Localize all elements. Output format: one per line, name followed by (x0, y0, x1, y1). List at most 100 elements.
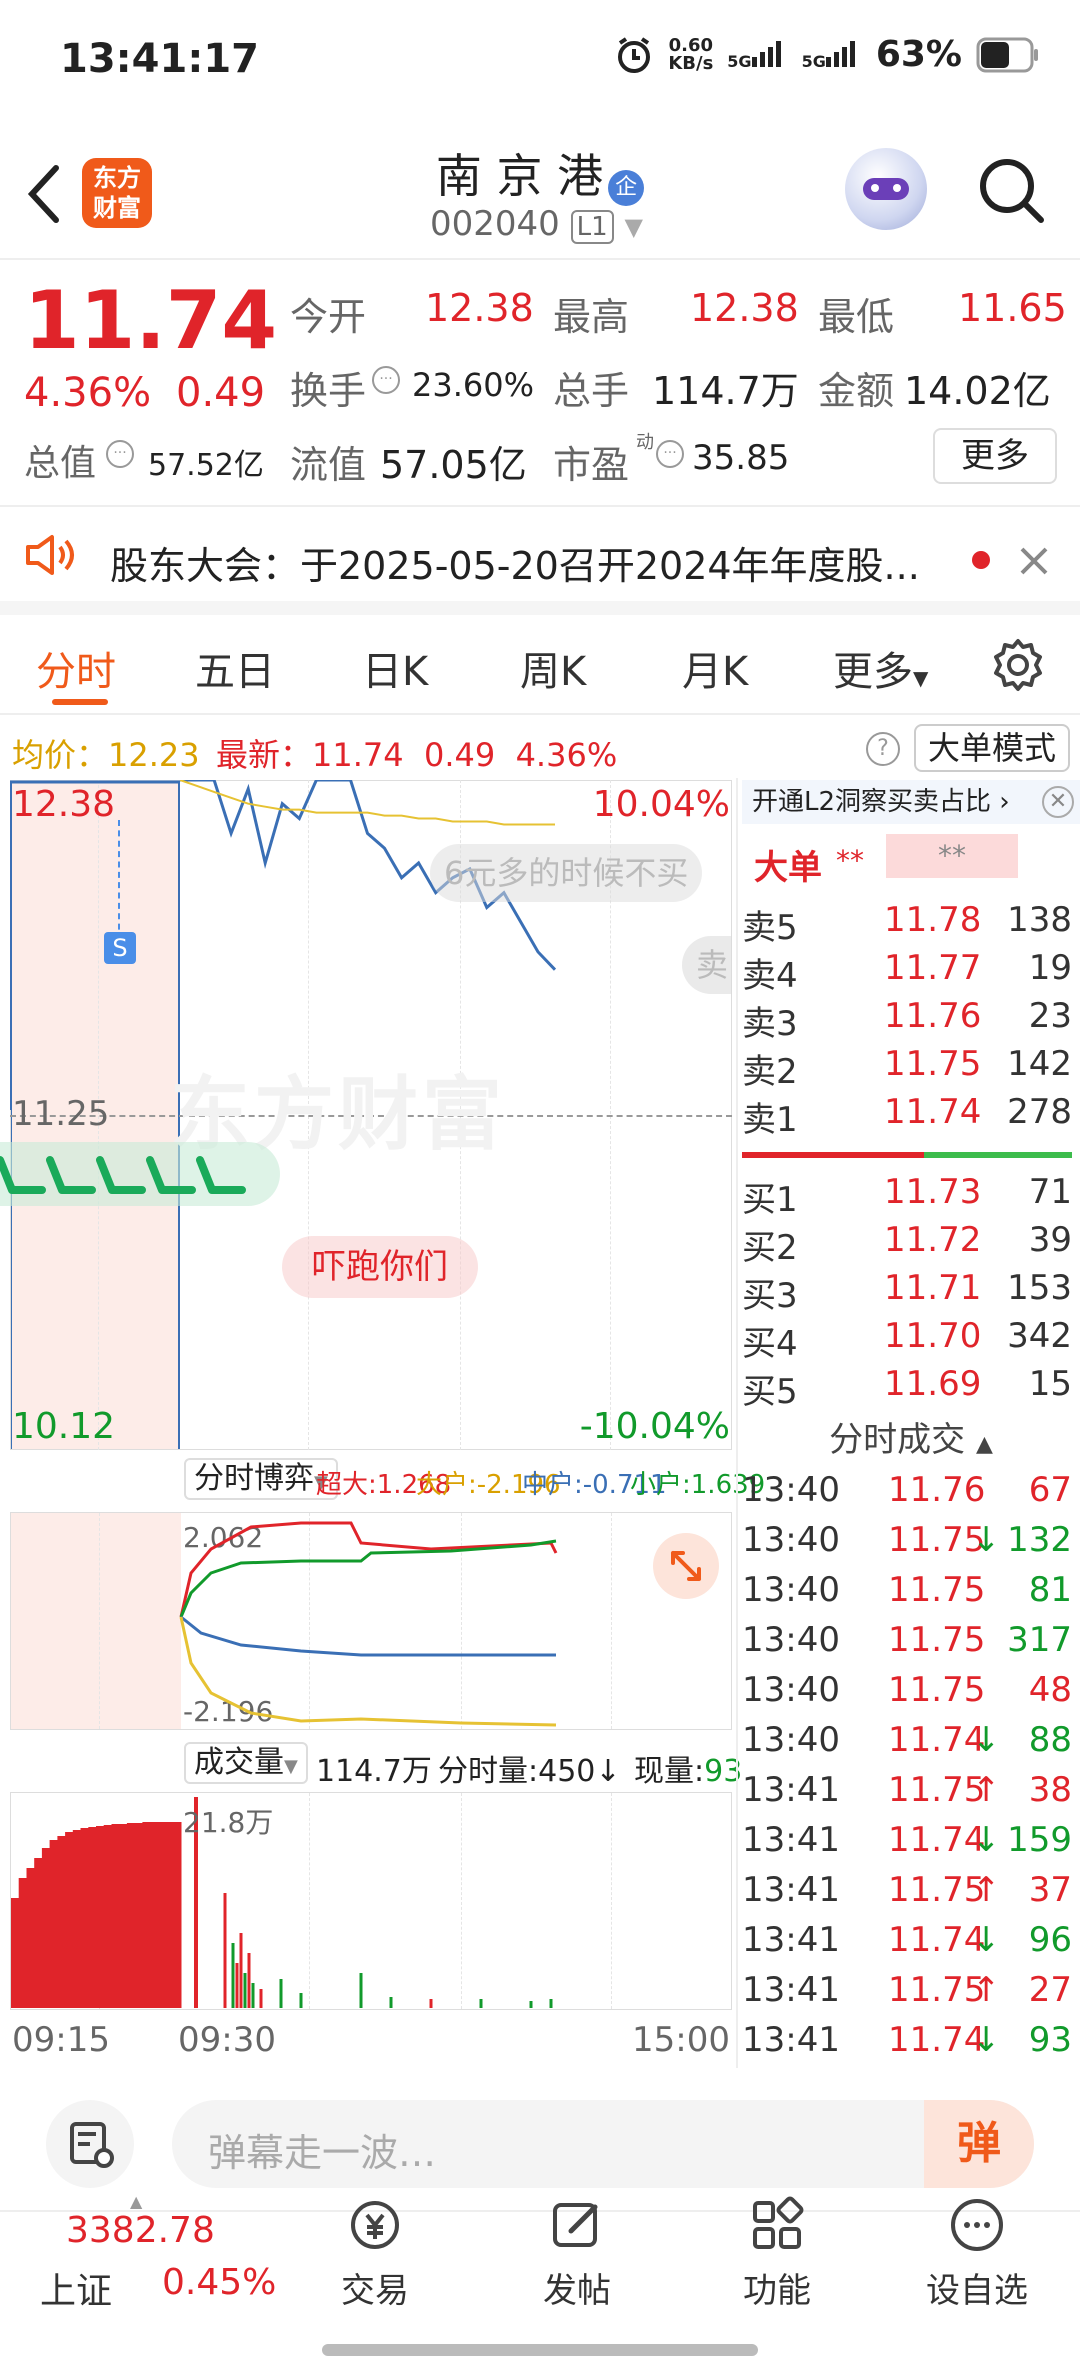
ask-level-row[interactable]: 卖3 11.76 23 (742, 996, 1072, 1044)
stock-code-row[interactable]: 002040 L1 ▼ (430, 204, 643, 244)
trade-time: 13:41 (742, 1920, 840, 1960)
status-time: 13:41:17 (60, 36, 259, 82)
trade-volume: 93 (1028, 2020, 1072, 2060)
rocket-danmaku (0, 1142, 280, 1206)
ask-level-row[interactable]: 卖5 11.78 138 (742, 900, 1072, 948)
level-price: 11.78 (884, 900, 982, 940)
more-button[interactable]: 更多 (933, 428, 1057, 484)
volume-bar (103, 1825, 112, 2008)
big-order-mode-button[interactable]: 大单模式 (914, 724, 1070, 772)
level-volume: 71 (1028, 1172, 1072, 1212)
level-volume: 19 (1028, 948, 1072, 988)
capital-game-chart[interactable]: 2.062 -2.196 (10, 1512, 732, 1730)
net-speed: 0.60 KB/s (668, 34, 714, 74)
tab-more[interactable]: 更多▼ (833, 639, 928, 697)
bid-level-row[interactable]: 买3 11.71 153 (742, 1268, 1072, 1316)
avg-price: 均价：12.23 (12, 736, 200, 774)
level-label: 买1 (742, 1180, 798, 1220)
volume-bar (134, 1823, 143, 2008)
trade-volume: 37 (1028, 1870, 1072, 1910)
volume-bar (11, 1898, 20, 2008)
bid-level-row[interactable]: 买1 11.73 71 (742, 1172, 1072, 1220)
volume-bar (126, 1823, 136, 2008)
nav-post[interactable]: 发帖 (502, 2195, 652, 2312)
level-label: 买4 (742, 1324, 798, 1364)
l2-promo-banner[interactable]: 开通L2洞察买卖占比 › ✕ (742, 780, 1080, 824)
close-icon[interactable]: ✕ (1042, 786, 1074, 818)
trade-price: 11.75 (888, 1570, 986, 1610)
volume-bar (119, 1824, 128, 2008)
volume-bar (80, 1828, 89, 2008)
volume-selector[interactable]: 成交量▼ (184, 1742, 308, 1784)
tab-weekly-k[interactable]: 周K (520, 639, 586, 697)
enterprise-badge: 企 (608, 169, 645, 206)
danmaku-settings-icon[interactable] (46, 2100, 134, 2188)
chart-tabs: 分时 五日 日K 周K 月K 更多▼ (0, 615, 1080, 715)
buy-sell-ratio-bar (742, 1152, 1072, 1158)
nav-add-watchlist[interactable]: 设自选 (902, 2195, 1052, 2312)
up-caret-icon: ▲ (130, 2192, 143, 2211)
help-icon[interactable]: ? (866, 732, 900, 766)
level-label: 卖3 (742, 1004, 798, 1044)
index-name: 上证 (40, 2271, 113, 2312)
volume-total: 114.7万 (316, 1754, 432, 1789)
trade-time: 13:40 (742, 1670, 840, 1710)
bid-level-row[interactable]: 买2 11.72 39 (742, 1220, 1072, 1268)
trade-volume: 38 (1028, 1770, 1072, 1810)
danmaku-input[interactable]: 弹幕走一波… 弹 (172, 2100, 1034, 2188)
mktcap-label: 总值 (24, 443, 97, 484)
pe-sup: 动 (636, 432, 654, 453)
volume-chart[interactable]: 21.8万 (10, 1792, 732, 2010)
ask-level-row[interactable]: 卖1 11.74 278 (742, 1092, 1072, 1140)
bid-level-row[interactable]: 买5 11.69 15 (742, 1364, 1072, 1412)
trade-time: 13:40 (742, 1570, 840, 1610)
volume-value: 114.7万 (652, 369, 799, 413)
level-price: 11.72 (884, 1220, 982, 1260)
close-icon[interactable] (1018, 545, 1050, 577)
battery-text: 63% (875, 34, 962, 75)
tab-monthly-k[interactable]: 月K (682, 639, 748, 697)
search-icon[interactable] (975, 154, 1047, 226)
signal-badge[interactable]: S (104, 932, 136, 964)
announcement-bar[interactable]: 股东大会：于2025-05-20召开2024年年度股... (0, 507, 1080, 615)
capital-flow-lines (179, 1521, 558, 1727)
level-price: 11.74 (884, 1092, 982, 1132)
expand-icon[interactable] (653, 1533, 719, 1599)
big-order-row: 大单 ** ** (742, 830, 1080, 898)
tab-daily-k[interactable]: 日K (362, 639, 428, 697)
trade-row: 13:40 11.75 48 (742, 1670, 1072, 1716)
tab-five-day[interactable]: 五日 (195, 639, 275, 697)
signal-line (118, 820, 120, 940)
volume-bar (173, 1822, 182, 2008)
alarm-icon (618, 36, 651, 73)
level-price: 11.73 (884, 1172, 982, 1212)
tab-intraday[interactable]: 分时 (36, 639, 116, 697)
volume-bar (157, 1822, 166, 2008)
mktcap-value: 57.52亿 (148, 448, 264, 483)
settings-gear-icon[interactable] (990, 637, 1046, 693)
sub-chart-selector[interactable]: 分时博弈▼ (184, 1458, 338, 1500)
volume-bar (49, 1840, 58, 2008)
trade-price: 11.74 (888, 2020, 986, 2060)
robot-assistant-icon[interactable] (845, 148, 927, 230)
big-order-ratio: ** (886, 834, 1018, 878)
ask-level-row[interactable]: 卖2 11.75 142 (742, 1044, 1072, 1092)
level-volume: 342 (1007, 1316, 1072, 1356)
bid-level-row[interactable]: 买4 11.70 342 (742, 1316, 1072, 1364)
price-indicator-row: 均价：12.23 最新：11.74 0.49 4.36% (0, 718, 730, 778)
nav-functions[interactable]: 功能 (702, 2195, 852, 2312)
intraday-chart[interactable]: 东方财富 12.38 10.04% 11.25 10.12 -10.04% S … (0, 780, 732, 1450)
trade-price: 11.75 (888, 1620, 986, 1660)
ask-level-row[interactable]: 卖4 11.77 19 (742, 948, 1072, 996)
pe-label: 市盈 (553, 443, 630, 487)
index-widget[interactable]: ▲ 3382.78 上证 0.45% (24, 2192, 284, 2330)
nav-trade[interactable]: 交易 (300, 2195, 450, 2312)
info-icon[interactable]: ··· (106, 440, 134, 468)
home-indicator (322, 2344, 758, 2356)
send-danmaku-button[interactable]: 弹 (924, 2100, 1034, 2188)
info-icon[interactable]: ··· (372, 366, 400, 394)
info-icon[interactable]: ··· (656, 440, 684, 468)
trades-title[interactable]: 分时成交 ▲ (742, 1412, 1080, 1462)
high-label: 最高 (553, 295, 630, 339)
trade-arrow: ↑ (972, 1770, 1001, 1810)
